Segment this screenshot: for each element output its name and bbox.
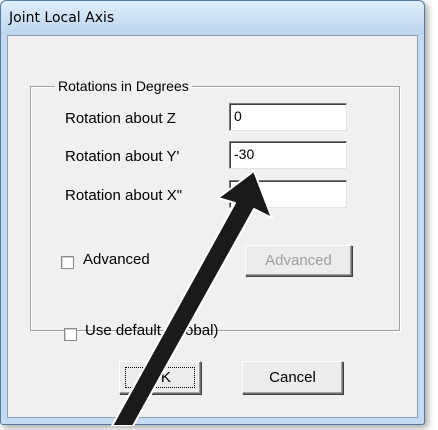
rotation-z-label: Rotation about Z [65, 110, 176, 127]
rotation-y-label: Rotation about Y' [65, 148, 180, 165]
rotation-z-input[interactable]: 0 [229, 103, 347, 131]
advanced-checkbox-label: Advanced [83, 251, 150, 268]
rotations-group-legend: Rotations in Degrees [55, 78, 192, 94]
cancel-button[interactable]: Cancel [242, 361, 343, 394]
dialog-window: Joint Local Axis Rotations in Degrees Ro… [0, 0, 425, 426]
rotations-group: Rotations in Degrees Rotation about Z 0 … [30, 78, 400, 331]
dialog-client-area: Rotations in Degrees Rotation about Z 0 … [7, 35, 418, 418]
advanced-button[interactable]: Advanced [245, 245, 352, 276]
ok-button[interactable]: OK [119, 361, 201, 394]
advanced-checkbox[interactable] [61, 256, 74, 269]
rotation-x-label: Rotation about X" [65, 187, 183, 204]
use-default-label: Use default (Global) [85, 322, 219, 339]
use-default-checkbox[interactable] [64, 328, 77, 341]
rotation-x-input[interactable]: 0 [229, 180, 347, 208]
window-title: Joint Local Axis [9, 10, 115, 26]
ok-button-focus-ring [125, 367, 195, 388]
title-bar[interactable]: Joint Local Axis [1, 1, 424, 35]
advanced-button-label: Advanced [265, 252, 332, 269]
rotation-y-input[interactable]: -30 [229, 141, 347, 169]
cancel-button-label: Cancel [269, 369, 316, 386]
